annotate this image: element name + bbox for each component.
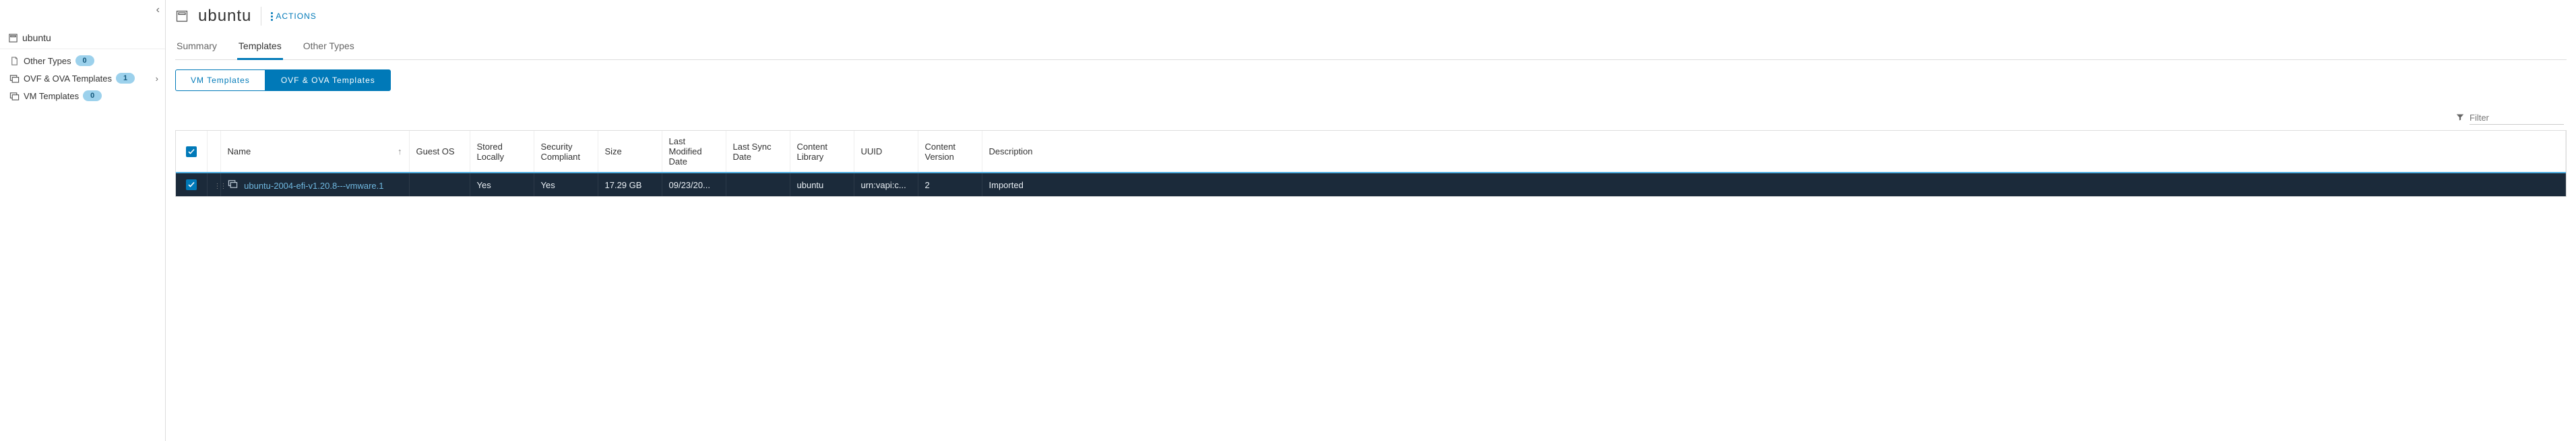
checkbox-checked-icon [186,179,197,190]
col-content-version[interactable]: Content Version [918,131,982,173]
grip-icon: ⋮⋮ [214,183,226,190]
col-last-modified[interactable]: Last Modified Date [662,131,726,173]
ovf-template-icon [228,179,238,189]
checkbox-checked-icon [186,146,197,157]
cell-content-library: ubuntu [790,173,854,196]
filter-bar [175,111,2567,130]
vm-template-icon [9,91,20,101]
table-row[interactable]: ⋮⋮ ubuntu-2004-efi-v1.20.8---vmware.1 Ye… [176,173,2566,196]
ovf-template-icon [9,74,20,84]
sort-asc-icon: ↑ [398,146,402,156]
cell-stored-locally: Yes [470,173,534,196]
actions-menu[interactable]: ACTIONS [271,11,316,21]
library-icon [175,9,189,23]
col-security-compliant[interactable]: Security Compliant [534,131,598,173]
sidebar-item-vm-templates[interactable]: VM Templates 0 [0,87,165,105]
kebab-icon [271,12,273,21]
cell-name: ubuntu-2004-efi-v1.20.8---vmware.1 [220,173,409,196]
cell-security-compliant: Yes [534,173,598,196]
col-uuid[interactable]: UUID [854,131,918,173]
count-badge: 1 [116,73,135,84]
page-header: ubuntu ACTIONS [175,4,2567,30]
table-header-row: Name↑ Guest OS Stored Locally Security C… [176,131,2566,173]
sidebar-item-label: VM Templates [24,91,79,101]
tab-templates[interactable]: Templates [237,36,283,60]
main-tabs: Summary Templates Other Types [175,30,2567,60]
drag-column-header [207,131,220,173]
select-all-header[interactable] [176,131,207,173]
page-title: ubuntu [198,7,251,26]
col-last-sync[interactable]: Last Sync Date [726,131,790,173]
tree-root-label: ubuntu [22,32,51,43]
sidebar-item-ovf-ova-templates[interactable]: OVF & OVA Templates 1 › [0,69,165,87]
col-guest-os[interactable]: Guest OS [409,131,470,173]
cell-last-sync [726,173,790,196]
tree-root[interactable]: ubuntu [0,27,165,49]
file-icon [9,56,20,66]
cell-content-version: 2 [918,173,982,196]
cell-last-modified: 09/23/20... [662,173,726,196]
col-content-library[interactable]: Content Library [790,131,854,173]
collapse-sidebar-icon[interactable]: ‹ [156,4,160,16]
count-badge: 0 [75,55,94,66]
subtab-ovf-ova-templates[interactable]: OVF & OVA Templates [265,69,391,91]
cell-uuid: urn:vapi:c... [854,173,918,196]
chevron-right-icon: › [156,74,158,84]
cell-guest-os [409,173,470,196]
col-description[interactable]: Description [982,131,2566,173]
filter-icon[interactable] [2456,113,2464,123]
row-drag-handle[interactable]: ⋮⋮ [207,173,220,196]
library-icon [8,33,18,43]
col-size[interactable]: Size [598,131,662,173]
sidebar-item-other-types[interactable]: Other Types 0 [0,52,165,69]
col-name[interactable]: Name↑ [220,131,409,173]
sidebar-item-label: OVF & OVA Templates [24,74,112,84]
sidebar: ‹ ubuntu Other Types 0 [0,0,166,441]
templates-grid: Name↑ Guest OS Stored Locally Security C… [175,130,2567,197]
cell-size: 17.29 GB [598,173,662,196]
tab-other-types[interactable]: Other Types [302,36,356,59]
count-badge: 0 [83,90,102,101]
sub-tabs: VM Templates OVF & OVA Templates [175,69,2567,91]
sidebar-item-label: Other Types [24,56,71,66]
filter-input[interactable] [2470,111,2564,125]
template-name-link[interactable]: ubuntu-2004-efi-v1.20.8---vmware.1 [244,181,383,191]
tab-summary[interactable]: Summary [175,36,218,59]
col-stored-locally[interactable]: Stored Locally [470,131,534,173]
row-checkbox-cell[interactable] [176,173,207,196]
main-content: ubuntu ACTIONS Summary Templates Other T… [166,0,2576,441]
subtab-vm-templates[interactable]: VM Templates [175,69,265,91]
actions-label: ACTIONS [276,11,316,21]
cell-description: Imported [982,173,2566,196]
